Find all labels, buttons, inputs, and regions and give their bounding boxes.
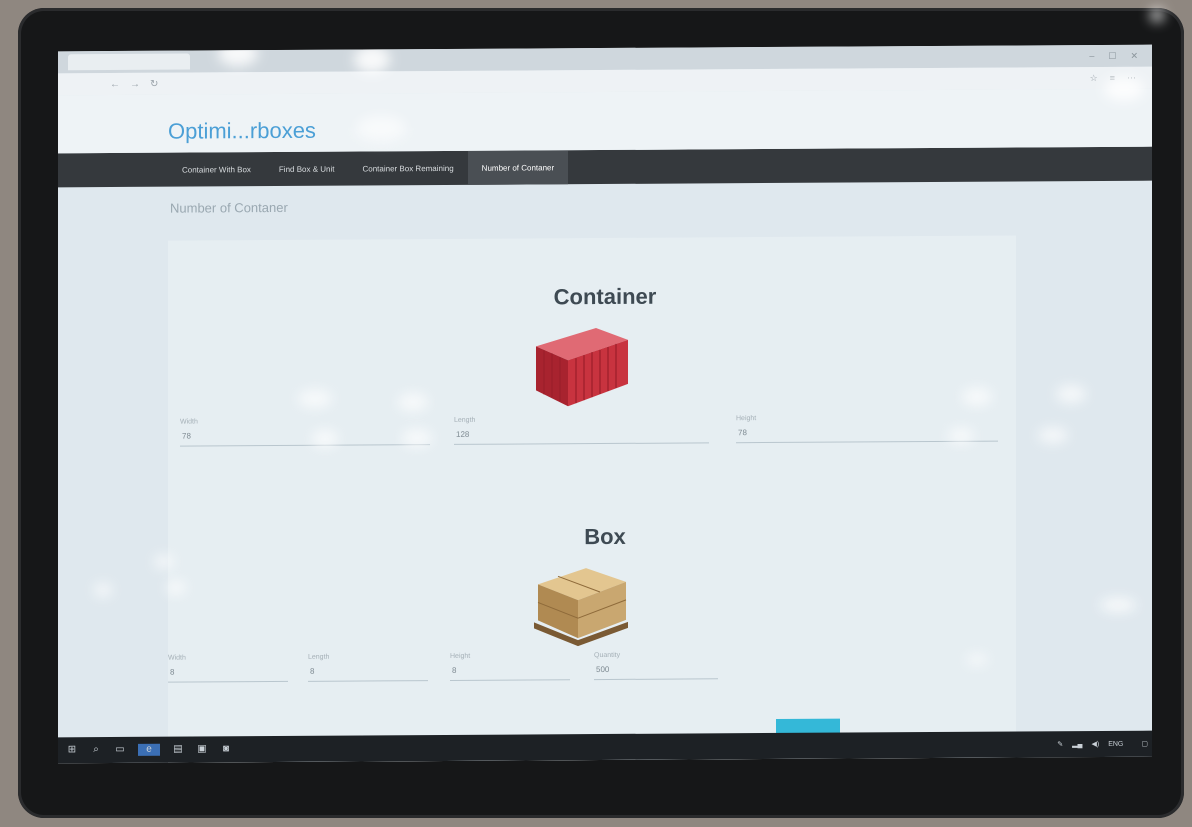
cardboard-box-icon: [534, 568, 628, 647]
nav-find-box-unit[interactable]: Find Box & Unit: [265, 152, 349, 187]
box-quantity-field: Quantity 500: [594, 651, 718, 683]
box-height-label: Height: [450, 652, 471, 660]
container-length-label: Length: [454, 416, 476, 424]
app-icon[interactable]: ◙: [220, 743, 232, 755]
nav-container-with-box[interactable]: Container With Box: [168, 152, 265, 187]
browser-toolbar-icons: ☆ ≡ ⋯: [1090, 72, 1152, 83]
windows-start-icon[interactable]: ⊞: [66, 744, 78, 756]
maximize-button[interactable]: ☐: [1108, 50, 1116, 61]
close-button[interactable]: ✕: [1130, 50, 1138, 61]
search-icon[interactable]: ⌕: [90, 744, 102, 756]
back-icon[interactable]: ←: [110, 78, 120, 89]
task-view-icon[interactable]: ▭: [114, 744, 126, 756]
browser-taskbar-icon[interactable]: e: [138, 743, 160, 756]
url-field[interactable]: [168, 82, 428, 84]
box-length-input[interactable]: 8: [308, 666, 428, 682]
container-width-input[interactable]: 78: [180, 430, 430, 447]
page-title: Number of Contaner: [170, 199, 288, 216]
language-indicator[interactable]: ENG: [1108, 740, 1123, 747]
container-height-field: Height 78: [736, 414, 998, 447]
favorites-icon[interactable]: ☆: [1090, 72, 1098, 83]
container-length-field: Length 128: [454, 415, 709, 448]
screen: – ☐ ✕ ← → ↻ ☆ ≡ ⋯ Optimi...rboxes Contai…: [58, 44, 1152, 764]
shipping-container-icon: [536, 328, 628, 407]
box-quantity-input[interactable]: 500: [594, 664, 718, 681]
container-width-label: Width: [180, 418, 198, 426]
container-length-input[interactable]: 128: [454, 428, 709, 445]
system-tray: ✎ ▂▄ ◀) ENG ▢: [1048, 740, 1152, 749]
refresh-icon[interactable]: ↻: [150, 78, 158, 89]
container-width-field: Width 78: [180, 417, 430, 450]
forward-icon[interactable]: →: [130, 78, 140, 89]
box-length-field: Length 8: [308, 653, 428, 685]
minimize-button[interactable]: –: [1089, 51, 1094, 62]
browser-tab[interactable]: [68, 53, 190, 71]
window-controls: – ☐ ✕: [1089, 50, 1152, 61]
brand-logo-text[interactable]: Optimi...rboxes: [168, 118, 316, 145]
nav-container-box-remaining[interactable]: Container Box Remaining: [349, 151, 468, 186]
more-icon[interactable]: ⋯: [1127, 72, 1136, 83]
volume-icon[interactable]: ◀): [1091, 740, 1099, 748]
file-explorer-icon[interactable]: ▤: [172, 744, 184, 756]
container-height-input[interactable]: 78: [736, 426, 998, 444]
box-quantity-label: Quantity: [594, 651, 621, 660]
nav-number-of-container[interactable]: Number of Contaner: [467, 150, 569, 185]
box-width-input[interactable]: 8: [168, 666, 288, 683]
action-center-icon[interactable]: ▢: [1141, 740, 1148, 748]
hub-icon[interactable]: ≡: [1110, 72, 1115, 83]
box-width-field: Width 8: [168, 654, 288, 686]
glare: [94, 583, 112, 598]
glare: [1056, 385, 1086, 404]
box-width-label: Width: [168, 654, 186, 662]
box-height-input[interactable]: 8: [450, 665, 570, 681]
container-height-label: Height: [736, 415, 757, 423]
glare: [1038, 427, 1068, 444]
box-height-field: Height 8: [450, 652, 570, 684]
network-icon[interactable]: ▂▄: [1072, 740, 1082, 748]
pen-icon[interactable]: ✎: [1057, 740, 1063, 748]
store-icon[interactable]: ▣: [196, 743, 208, 755]
content-panel: [168, 235, 1016, 764]
site-header: Optimi...rboxes: [58, 88, 1152, 154]
box-length-label: Length: [308, 653, 330, 661]
